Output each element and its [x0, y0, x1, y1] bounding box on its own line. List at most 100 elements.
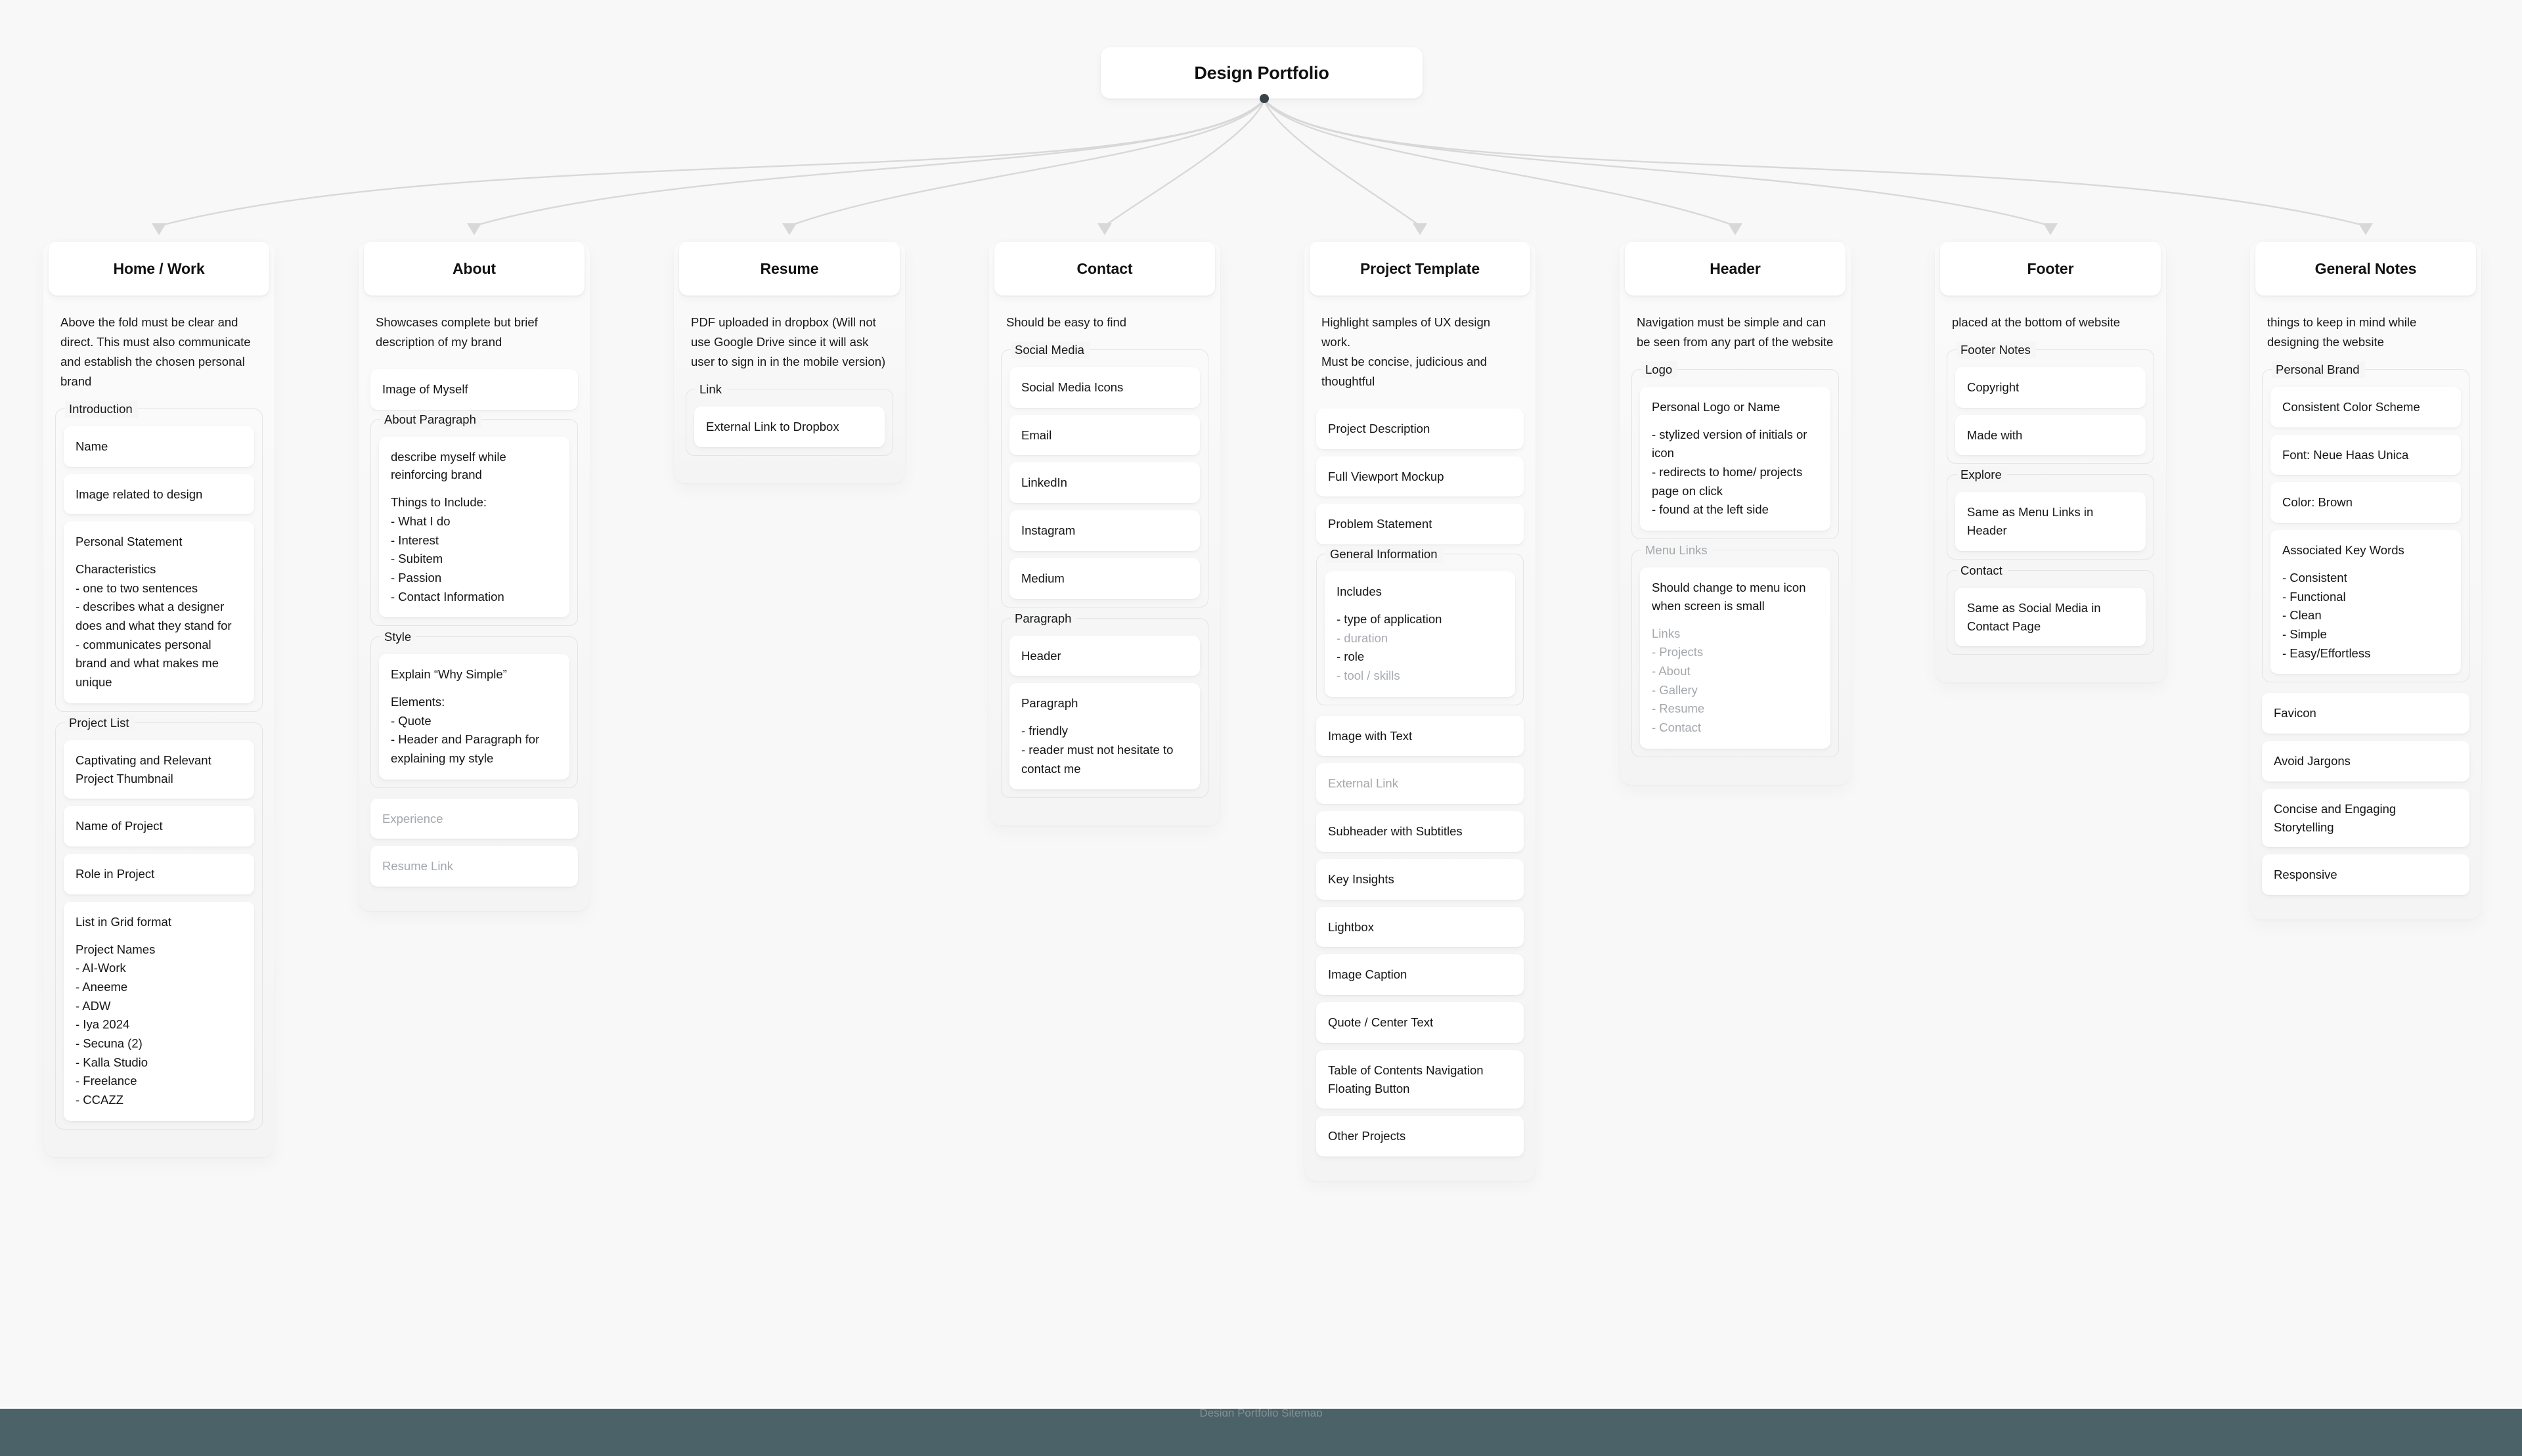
node-card[interactable]: List in Grid format Project Names - AI-Wo…: [64, 901, 254, 1121]
node-card[interactable]: Avoid Jargons: [2262, 741, 2469, 782]
node-card-title: Associated Key Words: [2282, 543, 2404, 558]
node-card-detail-line: - duration: [1337, 630, 1388, 645]
node-card-title: Made with: [1967, 428, 2023, 442]
node-card[interactable]: Table of Contents Navigation Floating Bu…: [1316, 1049, 1524, 1109]
node-card-title: Same as Social Media in Contact Page: [1967, 600, 2101, 633]
node-card[interactable]: Full Viewport Mockup: [1316, 456, 1524, 497]
node-card[interactable]: Lightbox: [1316, 906, 1524, 948]
node-card[interactable]: Font: Neue Haas Unica: [2270, 434, 2461, 475]
node-card[interactable]: Same as Social Media in Contact Page: [1955, 587, 2146, 647]
column-header-header[interactable]: Header: [1625, 242, 1846, 296]
node-card[interactable]: Image with Text: [1316, 715, 1524, 757]
node-card[interactable]: Image Caption: [1316, 954, 1524, 996]
connector-arrowhead: [782, 223, 797, 235]
node-card[interactable]: Concise and Engaging Storytelling: [2262, 788, 2469, 848]
node-card[interactable]: Quote / Center Text: [1316, 1002, 1524, 1043]
node-card[interactable]: LinkedIn: [1009, 462, 1200, 504]
root-node-design-portfolio[interactable]: Design Portfolio: [1101, 47, 1423, 99]
root-node-title: Design Portfolio: [1194, 62, 1329, 83]
column-header-about[interactable]: About: [364, 242, 585, 296]
node-card[interactable]: Role in Project: [64, 854, 254, 894]
connector-arrowhead: [1728, 223, 1742, 235]
node-card-title: Should change to menu icon when screen i…: [1652, 581, 1806, 613]
connector-arrowhead: [2043, 223, 2058, 235]
node-card[interactable]: Email: [1009, 414, 1200, 456]
node-card-title: LinkedIn: [1021, 475, 1067, 490]
node-card[interactable]: External Link: [1316, 763, 1524, 805]
node-card-title: Instagram: [1021, 523, 1076, 538]
connector-edge: [1263, 99, 2367, 227]
node-card-detail: - friendly - reader must not hesitate to…: [1021, 724, 1174, 776]
node-card-title: Image with Text: [1328, 728, 1413, 743]
node-card[interactable]: Responsive: [2262, 854, 2469, 896]
node-card-title: Problem Statement: [1328, 517, 1432, 531]
column-blurb-home-work: Above the fold must be clear and direct.…: [60, 315, 251, 388]
node-card[interactable]: Copyright: [1955, 366, 2146, 408]
node-card-title: Favicon: [2274, 706, 2316, 720]
column-blurb-resume: PDF uploaded in dropbox (Will not use Go…: [691, 315, 886, 368]
node-card-detail: - Consistent - Functional - Clean - Simp…: [2282, 570, 2371, 660]
node-card[interactable]: Image related to design: [64, 474, 254, 515]
connector-edge: [1263, 99, 1421, 227]
node-card[interactable]: Paragraph - friendly - reader must not he…: [1009, 683, 1200, 790]
node-card[interactable]: Instagram: [1009, 510, 1200, 551]
column-header-contact[interactable]: Contact: [994, 242, 1215, 296]
node-card[interactable]: Made with: [1955, 414, 2146, 456]
node-card-detail-line: - role: [1337, 650, 1365, 664]
connector-arrowhead: [1097, 223, 1112, 235]
column-header-general-notes[interactable]: General Notes: [2255, 242, 2476, 296]
node-group-label: Paragraph: [1011, 609, 1077, 627]
column-blurb-header: Navigation must be simple and can be see…: [1637, 315, 1834, 349]
node-card[interactable]: Medium: [1009, 558, 1200, 599]
node-card-title: Includes: [1337, 585, 1382, 599]
node-card-title: Project Description: [1328, 421, 1430, 435]
column-header-project-template[interactable]: Project Template: [1310, 242, 1530, 296]
node-card-title: Same as Menu Links in Header: [1967, 505, 2094, 538]
connector-arrowhead: [2358, 223, 2373, 235]
node-card[interactable]: Personal Logo or Name - stylized version …: [1640, 386, 1830, 531]
node-card[interactable]: Name: [64, 426, 254, 467]
node-card[interactable]: Social Media Icons: [1009, 366, 1200, 408]
bottom-app-bar[interactable]: Design Portfolio Sitemap: [0, 1407, 2522, 1456]
node-card[interactable]: Consistent Color Scheme: [2270, 386, 2461, 428]
node-card-title: Medium: [1021, 571, 1065, 585]
node-card[interactable]: Same as Menu Links in Header: [1955, 492, 2146, 551]
column-blurb-project-template: Highlight samples of UX design work. Mus…: [1321, 315, 1491, 388]
node-card[interactable]: Color: Brown: [2270, 482, 2461, 523]
node-card[interactable]: Other Projects: [1316, 1116, 1524, 1157]
node-card-title: Full Viewport Mockup: [1328, 469, 1444, 483]
connector-edge: [1263, 99, 2052, 227]
node-card[interactable]: Includes - type of application - duration -…: [1325, 571, 1515, 697]
node-card[interactable]: Associated Key Words - Consistent - Funct…: [2270, 530, 2461, 674]
node-card[interactable]: Image of Myself: [370, 368, 578, 410]
node-card-title: Social Media Icons: [1021, 380, 1124, 394]
node-card[interactable]: Captivating and Relevant Project Thumbna…: [64, 739, 254, 799]
node-card[interactable]: Subheader with Subtitles: [1316, 811, 1524, 852]
node-card[interactable]: Key Insights: [1316, 858, 1524, 900]
column-header-resume[interactable]: Resume: [679, 242, 900, 296]
node-card[interactable]: Name of Project: [64, 806, 254, 847]
node-card[interactable]: Project Description: [1316, 408, 1524, 449]
node-group: Footer Notes Copyright Made with: [1947, 341, 2154, 464]
node-card[interactable]: Problem Statement: [1316, 504, 1524, 545]
column-header-home-work[interactable]: Home / Work: [49, 242, 269, 296]
node-card[interactable]: Favicon: [2262, 693, 2469, 734]
node-card[interactable]: Header: [1009, 635, 1200, 676]
node-card[interactable]: describe myself while reinforcing brand T…: [379, 436, 569, 618]
node-card-title: Captivating and Relevant Project Thumbna…: [76, 753, 211, 785]
node-card[interactable]: Should change to menu icon when screen i…: [1640, 567, 1830, 749]
node-card[interactable]: Explain “Why Simple” Elements: - Quote - …: [379, 654, 569, 780]
node-group-label: Contact: [1957, 562, 2008, 579]
node-card[interactable]: External Link to Dropbox: [694, 406, 885, 447]
node-card[interactable]: Experience: [370, 798, 578, 839]
connector-edge: [1103, 99, 1266, 227]
node-card[interactable]: Resume Link: [370, 846, 578, 887]
node-card-title: Concise and Engaging Storytelling: [2274, 801, 2397, 834]
column-header-footer[interactable]: Footer: [1940, 242, 2161, 296]
node-card-detail-list: - type of application - duration - role - t…: [1337, 610, 1505, 686]
node-card-title: Resume Link: [382, 859, 453, 873]
node-card-title: Paragraph: [1021, 696, 1078, 711]
node-card[interactable]: Personal Statement Characteristics - one …: [64, 521, 254, 703]
column-header-title: Project Template: [1360, 259, 1480, 277]
node-card-title: Role in Project: [76, 867, 155, 881]
